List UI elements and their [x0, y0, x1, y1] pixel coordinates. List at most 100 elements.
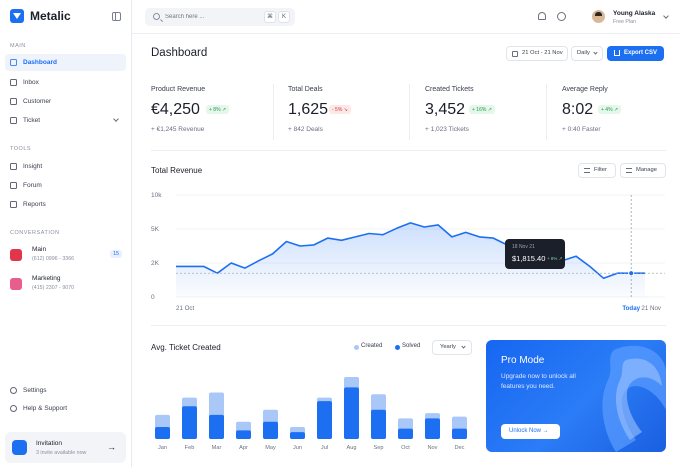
- invitation-card[interactable]: Invitation 3 invite available now →: [5, 432, 126, 463]
- x-tick-label: Nov: [428, 445, 438, 451]
- stat-value: 1,625: [288, 101, 329, 118]
- x-tick-label: Mar: [212, 445, 222, 451]
- divider: [151, 325, 666, 326]
- logo[interactable]: Metalic: [10, 9, 71, 23]
- divider: [151, 150, 666, 151]
- period-select[interactable]: Daily: [571, 46, 603, 61]
- forum-icon: [10, 182, 17, 189]
- filter-icon: [584, 168, 590, 173]
- divider: [546, 84, 547, 140]
- x-tick-label: Apr: [239, 445, 248, 451]
- sidebar-item-settings[interactable]: Settings: [5, 382, 126, 399]
- conversation-phone: (612) 0996 - 3366: [32, 256, 75, 262]
- settings-icon: [10, 387, 17, 394]
- stat-change-badge: - 5% ↘: [329, 105, 351, 114]
- divider: [409, 84, 410, 140]
- conversation-avatar-icon: [10, 278, 22, 290]
- page-title: Dashboard: [151, 47, 208, 59]
- tooltip-value: $1,815.40: [512, 254, 546, 263]
- manage-button[interactable]: Manage: [620, 163, 666, 178]
- stat-sub: + 1,023 Tickets: [425, 126, 469, 133]
- filter-button[interactable]: Filter: [578, 163, 616, 178]
- sidebar-item-customer[interactable]: Customer: [5, 93, 126, 110]
- user-name[interactable]: Young Alaska: [613, 10, 655, 17]
- divider: [273, 84, 274, 140]
- revenue-area: [176, 222, 645, 297]
- sidebar-item-label: Ticket: [23, 117, 41, 124]
- bar-solved: [398, 428, 413, 439]
- sidebar-item-inbox[interactable]: Inbox: [5, 74, 126, 91]
- avatar[interactable]: [592, 10, 605, 23]
- stat-change-badge: + 4% ↗: [598, 105, 622, 114]
- x-tick-label: 21 Oct: [176, 305, 195, 312]
- period-label: Daily: [577, 50, 590, 56]
- legend-dot: [354, 344, 359, 350]
- bar-solved: [371, 409, 386, 439]
- legend-solved: Solved: [395, 343, 420, 350]
- bar-solved: [452, 428, 467, 439]
- section-label-tools: TOOLS: [10, 146, 32, 152]
- chevron-down-icon[interactable]: [663, 13, 669, 19]
- highlight-point[interactable]: [628, 270, 635, 277]
- conversation-name: Marketing: [32, 275, 61, 282]
- y-tick-label: 5K: [151, 226, 160, 233]
- shortcut-key-cmd: ⌘: [264, 11, 276, 23]
- ticket-period-select[interactable]: Yearly: [432, 340, 472, 355]
- help-icon: [10, 405, 17, 412]
- stat-total-deals: Total Deals 1,625 - 5% ↘ + 842 Deals: [288, 86, 408, 142]
- export-icon: [614, 50, 620, 56]
- sidebar-item-label: Inbox: [23, 79, 39, 86]
- sidebar-collapse-icon[interactable]: [112, 12, 121, 21]
- legend-label: Created: [361, 343, 383, 349]
- sidebar-item-help[interactable]: Help & Support: [5, 400, 126, 417]
- chevron-down-icon: [593, 50, 598, 55]
- unlock-now-button[interactable]: Unlock Now →: [501, 424, 560, 439]
- x-tick-label: Jan: [158, 445, 167, 451]
- tickets-title: Avg. Ticket Created: [151, 343, 221, 352]
- stat-value: 3,452: [425, 101, 466, 118]
- filter-label: Filter: [594, 167, 607, 173]
- x-tick-label: Jul: [321, 445, 328, 451]
- bar-solved: [236, 430, 251, 439]
- conversation-item-marketing[interactable]: Marketing (415) 2307 - 9070: [10, 275, 126, 297]
- export-label: Export CSV: [624, 50, 658, 56]
- sidebar-item-dashboard[interactable]: Dashboard: [5, 54, 126, 71]
- date-range-picker[interactable]: 21 Oct - 21 Nov: [506, 46, 568, 61]
- tooltip-change: + 8% ↗: [547, 256, 563, 261]
- stat-value: €4,250: [151, 101, 200, 118]
- conversation-item-main[interactable]: Main (612) 0996 - 3366 15: [10, 246, 126, 268]
- stat-label: Average Reply: [562, 86, 608, 93]
- shortcut-key-k: K: [278, 11, 290, 23]
- bar-solved: [290, 432, 305, 439]
- export-csv-button[interactable]: Export CSV: [607, 46, 664, 61]
- conversation-phone: (415) 2307 - 9070: [32, 285, 75, 291]
- arrow-right-icon[interactable]: →: [107, 442, 116, 452]
- legend-dot: [395, 344, 400, 350]
- sidebar: Metalic MAIN Dashboard Inbox Customer Ti…: [0, 0, 132, 467]
- conversation-name: Main: [32, 246, 47, 253]
- bell-icon[interactable]: [538, 12, 546, 20]
- sidebar-item-ticket[interactable]: Ticket: [5, 112, 126, 129]
- date-range-label: 21 Oct - 21 Nov: [522, 50, 563, 56]
- pro-mode-card: Pro Mode Upgrade now to unlock all featu…: [486, 340, 666, 452]
- sidebar-item-reports[interactable]: Reports: [5, 196, 126, 213]
- search-input[interactable]: [165, 11, 255, 23]
- customer-icon: [10, 98, 17, 105]
- bar-solved: [344, 387, 359, 439]
- sidebar-item-label: Reports: [23, 201, 46, 208]
- stat-product-revenue: Product Revenue €4,250 + 8% ↗ + €1,245 R…: [151, 86, 271, 142]
- sidebar-item-forum[interactable]: Forum: [5, 177, 126, 194]
- invitation-subtitle: 3 invite available now: [36, 450, 87, 456]
- sidebar-item-label: Dashboard: [23, 59, 57, 66]
- manage-label: Manage: [636, 167, 657, 173]
- sidebar-item-label: Help & Support: [23, 405, 68, 412]
- stat-label: Created Tickets: [425, 86, 474, 93]
- stat-average-reply: Average Reply 8:02 + 4% ↗ + 0:40 Faster: [562, 86, 680, 142]
- y-tick-label: 2K: [151, 260, 160, 267]
- app-name: Metalic: [30, 9, 71, 23]
- search-bar[interactable]: ⌘ K: [145, 8, 295, 26]
- sidebar-item-insight[interactable]: Insight: [5, 158, 126, 175]
- add-circle-icon[interactable]: [557, 12, 566, 21]
- y-tick-label: 10k: [151, 192, 162, 199]
- revenue-chart[interactable]: 0 2K 5K 10k 21 Oct Today 21 Nov: [140, 185, 670, 317]
